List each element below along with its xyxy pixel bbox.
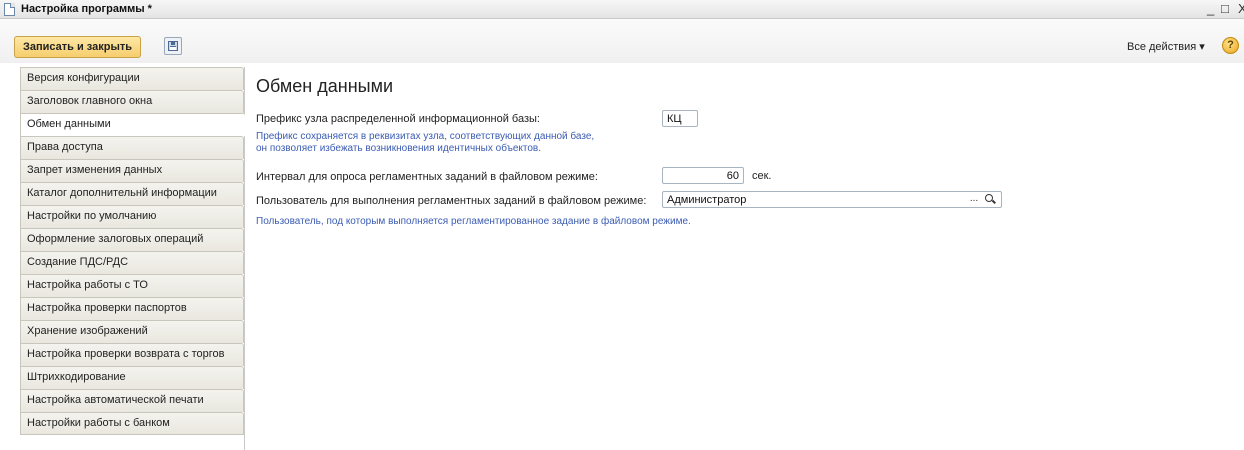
sidebar-item-data-exchange[interactable]: Обмен данными (20, 113, 245, 136)
search-handle (992, 199, 996, 204)
sidebar-item-main-window-title[interactable]: Заголовок главного окна (20, 90, 244, 113)
page-title: Обмен данными (256, 76, 394, 96)
user-label: Пользователь для выполнения регламентных… (256, 195, 647, 207)
prefix-hint-line-2: он позволяет избежать возникновения иден… (256, 143, 542, 154)
document-icon (4, 3, 15, 16)
save-button[interactable] (164, 37, 182, 55)
window-titlebar: Настройка программы * _ □ X (0, 0, 1244, 19)
interval-unit: сек. (752, 170, 772, 182)
prefix-label: Префикс узла распределенной информационн… (256, 113, 540, 125)
maximize-button[interactable]: □ (1221, 1, 1229, 17)
select-user-button[interactable]: ... (967, 193, 981, 206)
sidebar-item-bank-settings[interactable]: Настройки работы с банком (20, 412, 244, 435)
sidebar-item-data-change-lock[interactable]: Запрет изменения данных (20, 159, 244, 182)
sidebar-item-passport-check[interactable]: Настройка проверки паспортов (20, 297, 244, 320)
sidebar-item-image-storage[interactable]: Хранение изображений (20, 320, 244, 343)
prefix-hint-line-1: Префикс сохраняется в реквизитах узла, с… (256, 131, 595, 142)
user-hint: Пользователь, под которым выполняется ре… (256, 216, 691, 227)
sidebar-item-access-rights[interactable]: Права доступа (20, 136, 244, 159)
form-toolbar: Записать и закрыть Все действия ▾ ? (0, 19, 1244, 63)
sidebar-item-auction-return-check[interactable]: Настройка проверки возврата с торгов (20, 343, 244, 366)
settings-sections-list: Версия конфигурации Заголовок главного о… (20, 67, 245, 450)
floppy-disk-icon (168, 41, 178, 51)
data-exchange-panel: Обмен данными Префикс узла распределенно… (246, 67, 1244, 450)
all-actions-menu[interactable]: Все действия ▾ (1127, 40, 1205, 53)
interval-label: Интервал для опроса регламентных заданий… (256, 171, 598, 183)
search-icon[interactable] (983, 193, 997, 206)
sidebar-item-config-version[interactable]: Версия конфигурации (20, 67, 244, 90)
prefix-input[interactable] (662, 110, 698, 127)
minimize-button[interactable]: _ (1207, 1, 1214, 17)
sidebar-item-additional-info-catalog[interactable]: Каталог дополнительнй информации (20, 182, 244, 205)
sidebar-item-pledge-operations[interactable]: Оформление залоговых операций (20, 228, 244, 251)
window-title: Настройка программы * (21, 3, 152, 15)
save-and-close-button[interactable]: Записать и закрыть (14, 36, 142, 58)
sidebar-item-default-settings[interactable]: Настройки по умолчанию (20, 205, 244, 228)
help-icon[interactable]: ? (1222, 37, 1239, 54)
sidebar-item-pds-rds-creation[interactable]: Создание ПДС/РДС (20, 251, 244, 274)
close-button[interactable]: X (1238, 1, 1244, 17)
sidebar-item-to-settings[interactable]: Настройка работы с ТО (20, 274, 244, 297)
user-input[interactable] (662, 191, 1002, 208)
sidebar-item-auto-print[interactable]: Настройка автоматической печати (20, 389, 244, 412)
sidebar-item-barcoding[interactable]: Штрихкодирование (20, 366, 244, 389)
interval-input[interactable] (662, 167, 744, 184)
user-field: ... (662, 191, 1002, 208)
